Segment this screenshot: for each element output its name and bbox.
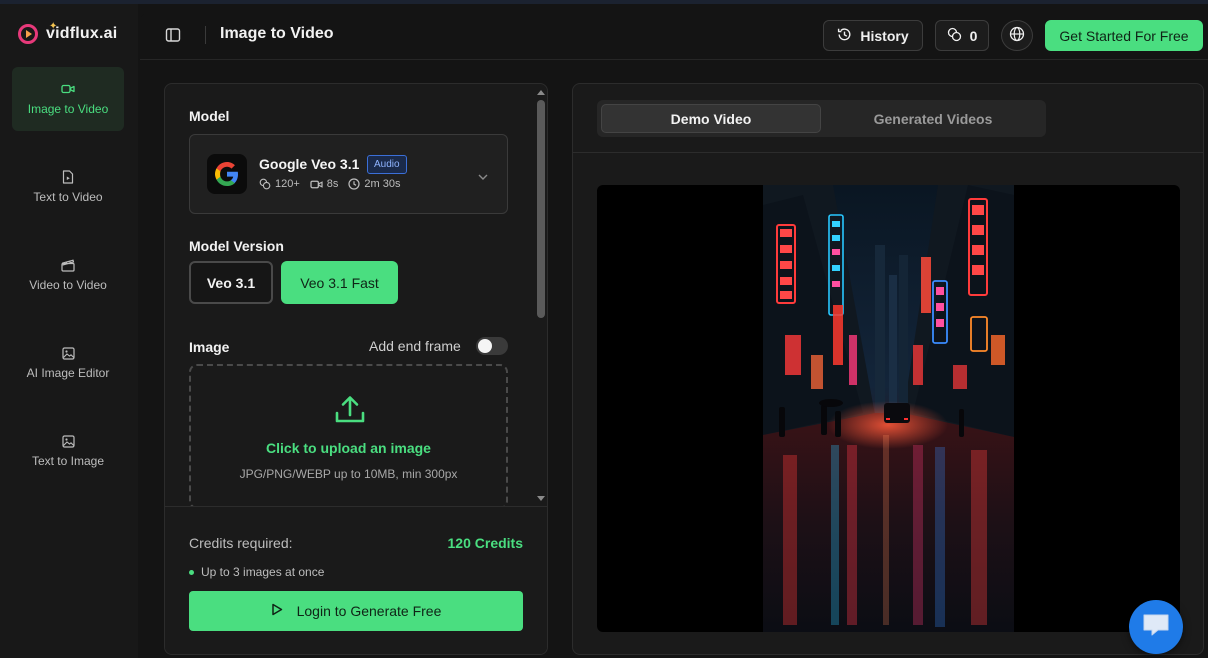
form-footer: Credits required: 120 Credits Up to 3 im… bbox=[165, 506, 547, 654]
toggle-knob bbox=[478, 339, 492, 353]
image-label: Image bbox=[189, 339, 230, 355]
batch-note: Up to 3 images at once bbox=[189, 565, 324, 579]
file-video-icon bbox=[61, 170, 75, 184]
sidebar-item-text-to-video[interactable]: Text to Video bbox=[12, 155, 124, 219]
video-camera-icon bbox=[61, 82, 75, 96]
credits-count: 0 bbox=[969, 27, 978, 44]
history-label: History bbox=[860, 27, 909, 44]
header: Image to Video History 0 Get Started For… bbox=[140, 12, 1208, 60]
google-logo-icon bbox=[207, 154, 247, 194]
audio-badge: Audio bbox=[367, 155, 407, 174]
model-credits: 120+ bbox=[259, 178, 300, 190]
history-icon bbox=[837, 27, 852, 45]
bullet-dot-icon bbox=[189, 569, 194, 575]
model-version-label: Model Version bbox=[189, 238, 284, 254]
sidebar-item-text-to-image[interactable]: Text to Image bbox=[12, 419, 124, 483]
credits-required-value: 120 Credits bbox=[447, 535, 523, 551]
sparkle-icon: ✦ bbox=[49, 21, 58, 32]
scroll-up-arrow-icon[interactable] bbox=[537, 90, 545, 95]
form-scroll-area: Model Google Veo 3.1 Audio 120+ 8s 2m 30… bbox=[165, 84, 535, 506]
version-veo-3-1-fast-button[interactable]: Veo 3.1 Fast bbox=[281, 261, 398, 304]
model-label: Model bbox=[189, 108, 230, 124]
get-started-button[interactable]: Get Started For Free bbox=[1045, 20, 1203, 51]
chevron-down-icon bbox=[477, 168, 489, 186]
coins-icon bbox=[259, 178, 271, 190]
sidebar: ✦ vidflux.ai Image to Video Text to Vide… bbox=[0, 4, 138, 658]
sidebar-item-label: Video to Video bbox=[29, 278, 107, 292]
version-veo-3-1-button[interactable]: Veo 3.1 bbox=[189, 261, 273, 304]
image-upload-dropzone[interactable]: Click to upload an image JPG/PNG/WEBP up… bbox=[189, 364, 508, 506]
login-generate-label: Login to Generate Free bbox=[296, 603, 442, 619]
credits-button[interactable]: 0 bbox=[935, 20, 989, 51]
sidebar-item-video-to-video[interactable]: Video to Video bbox=[12, 243, 124, 307]
model-name: Google Veo 3.1 bbox=[259, 156, 360, 172]
preview-tabs: Demo Video Generated Videos bbox=[597, 100, 1046, 137]
history-button[interactable]: History bbox=[823, 20, 923, 51]
top-accent-line bbox=[0, 0, 1208, 4]
video-camera-icon bbox=[310, 180, 323, 188]
sidebar-item-label: Text to Video bbox=[33, 190, 103, 204]
sidebar-item-label: AI Image Editor bbox=[26, 366, 110, 380]
language-button[interactable] bbox=[1001, 20, 1033, 51]
sidebar-item-label: Text to Image bbox=[31, 454, 105, 468]
scroll-thumb[interactable] bbox=[537, 100, 545, 318]
model-time: 2m 30s bbox=[348, 178, 400, 190]
upload-hint: JPG/PNG/WEBP up to 10MB, min 300px bbox=[239, 467, 458, 481]
page-title: Image to Video bbox=[220, 25, 334, 42]
tab-demo-video[interactable]: Demo Video bbox=[601, 104, 821, 133]
credits-required-label: Credits required: bbox=[189, 535, 293, 551]
upload-icon bbox=[333, 393, 367, 432]
demo-video-player[interactable] bbox=[597, 185, 1180, 632]
upload-title: Click to upload an image bbox=[266, 440, 431, 456]
end-frame-label: Add end frame bbox=[369, 338, 461, 354]
demo-video-frame bbox=[763, 185, 1014, 632]
login-generate-button[interactable]: Login to Generate Free bbox=[189, 591, 523, 631]
sidebar-item-label: Image to Video bbox=[27, 102, 109, 116]
chat-support-button[interactable] bbox=[1129, 600, 1183, 654]
brand-logo[interactable]: ✦ vidflux.ai bbox=[18, 21, 117, 44]
preview-panel: Demo Video Generated Videos bbox=[572, 83, 1204, 655]
form-scrollbar[interactable] bbox=[535, 86, 547, 506]
sidebar-toggle-icon[interactable] bbox=[165, 27, 181, 43]
tab-divider bbox=[573, 152, 1203, 153]
clock-icon bbox=[348, 178, 361, 190]
end-frame-toggle[interactable] bbox=[476, 337, 508, 355]
coins-icon bbox=[947, 27, 962, 45]
header-divider bbox=[205, 26, 206, 44]
image-icon bbox=[61, 346, 75, 360]
globe-icon bbox=[1009, 26, 1025, 45]
play-icon bbox=[271, 603, 283, 619]
model-meta: 120+ 8s 2m 30s bbox=[259, 178, 400, 190]
clapperboard-icon bbox=[61, 258, 75, 272]
tab-generated-videos[interactable]: Generated Videos bbox=[825, 104, 1041, 133]
generation-form-panel: Model Google Veo 3.1 Audio 120+ 8s 2m 30… bbox=[164, 83, 548, 655]
model-select[interactable]: Google Veo 3.1 Audio 120+ 8s 2m 30s bbox=[189, 134, 508, 214]
chat-icon bbox=[1141, 612, 1171, 643]
scroll-down-arrow-icon[interactable] bbox=[537, 496, 545, 501]
image-icon bbox=[61, 434, 75, 448]
model-duration: 8s bbox=[310, 178, 338, 190]
sidebar-item-ai-image-editor[interactable]: AI Image Editor bbox=[12, 331, 124, 395]
logo-icon bbox=[18, 24, 38, 44]
sidebar-item-image-to-video[interactable]: Image to Video bbox=[12, 67, 124, 131]
